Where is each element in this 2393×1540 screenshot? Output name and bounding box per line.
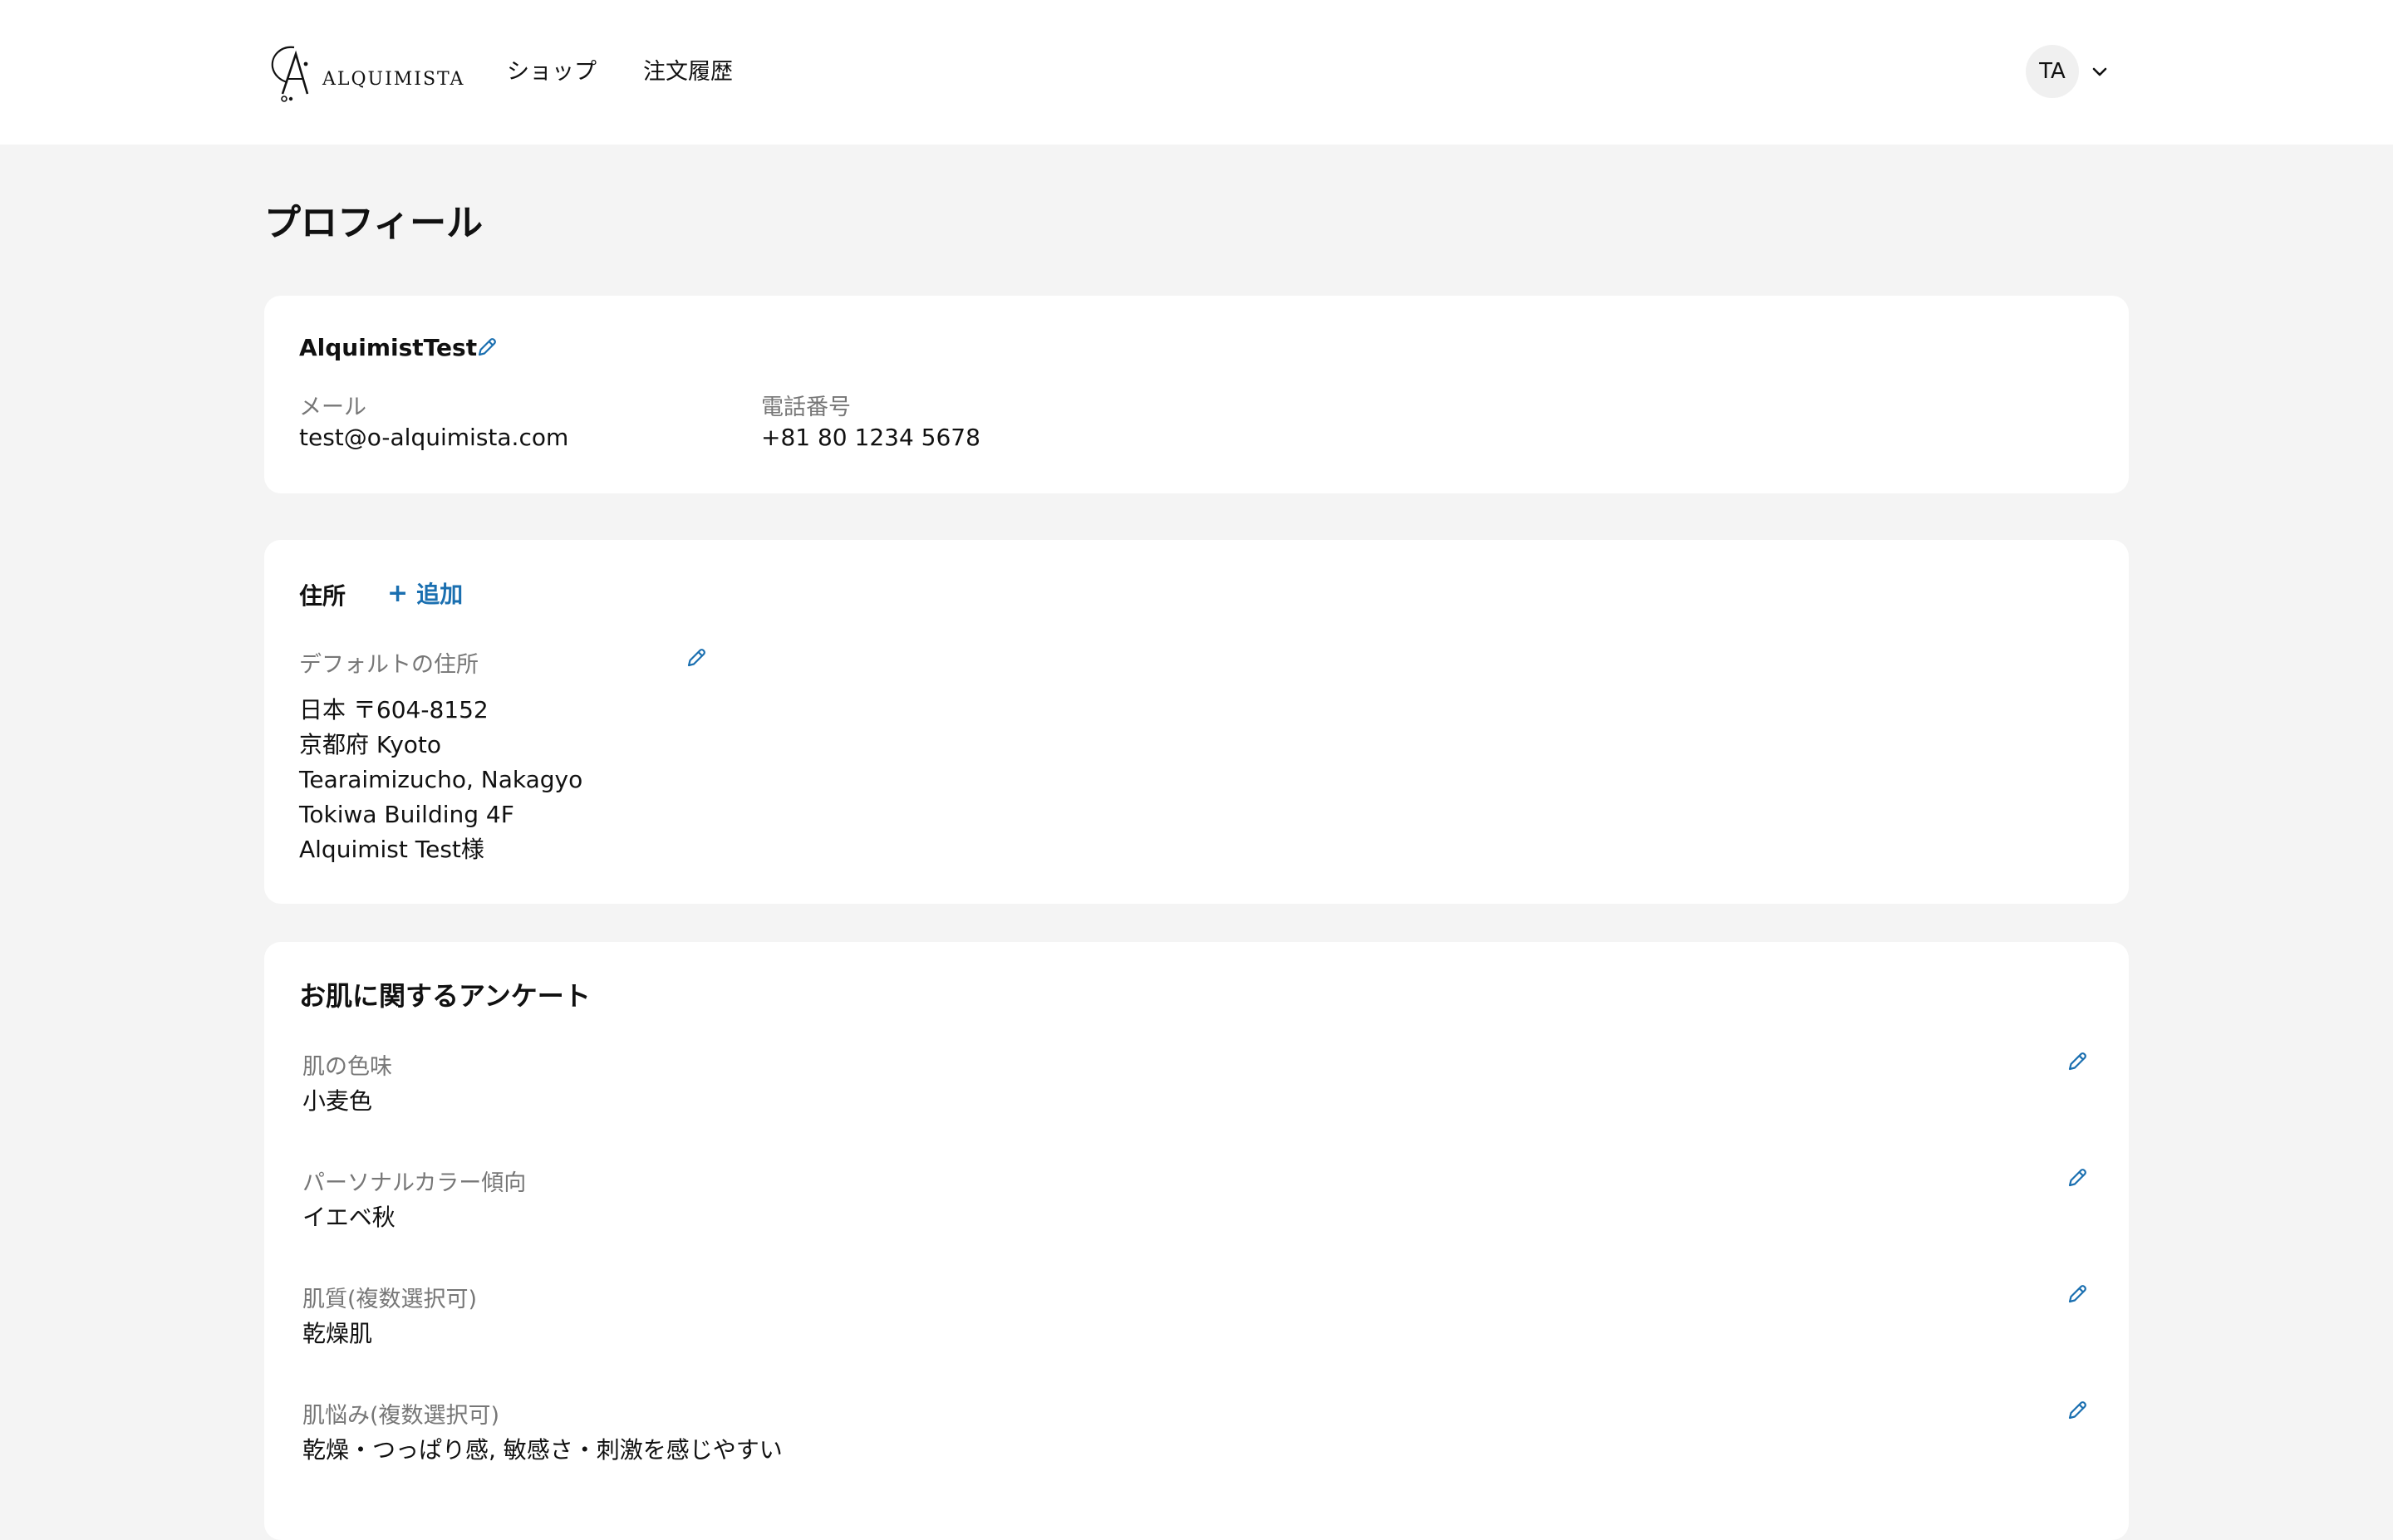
nav-item-shop[interactable]: ショップ [507, 53, 597, 86]
edit-name-button[interactable] [475, 336, 499, 359]
edit-skin-type-button[interactable] [2066, 1283, 2089, 1306]
add-address-label: 追加 [416, 581, 464, 608]
survey-item-value: イエベ秋 [302, 1204, 396, 1231]
pencil-icon [687, 649, 705, 667]
profile-name: AlquimistTest [299, 334, 478, 361]
survey-item-value: 乾燥肌 [302, 1320, 373, 1347]
edit-skin-tone-button[interactable] [2066, 1050, 2089, 1073]
default-address: 日本 〒604-8152 京都府 Kyoto Tearaimizucho, Na… [299, 693, 582, 867]
nav-item-order-history[interactable]: 注文履歴 [643, 53, 733, 86]
logo-text: ALQUIMISTA [322, 68, 465, 90]
phone-value: +81 80 1234 5678 [761, 424, 980, 451]
main-nav: ショップ 注文履歴 [507, 53, 733, 86]
chevron-down-icon[interactable] [2091, 62, 2109, 81]
address-line: Tearaimizucho, Nakagyo [299, 766, 583, 793]
pencil-icon [2068, 1401, 2086, 1420]
email-value: test@o-alquimista.com [299, 424, 569, 451]
address-line: 日本 〒604-8152 [299, 696, 489, 723]
add-address-button[interactable]: + 追加 [387, 576, 463, 610]
top-header: ALQUIMISTA ショップ 注文履歴 TA [0, 0, 2393, 145]
default-address-label: デフォルトの住所 [299, 652, 479, 678]
pencil-icon [478, 338, 496, 356]
skin-survey-card: お肌に関するアンケート 肌の色味 小麦色 パーソナルカラー傾向 イエベ秋 肌質(… [264, 942, 2129, 1540]
edit-skin-concerns-button[interactable] [2066, 1399, 2089, 1422]
pencil-icon [2068, 1052, 2086, 1071]
avatar[interactable]: TA [2026, 45, 2079, 98]
survey-heading: お肌に関するアンケート [299, 980, 591, 1012]
pencil-icon [2068, 1285, 2086, 1303]
survey-item-label: 肌の色味 [302, 1054, 392, 1080]
brand-logo[interactable]: ALQUIMISTA [266, 42, 464, 105]
address-heading: 住所 [299, 582, 346, 610]
alquimista-logo-icon [271, 46, 309, 102]
survey-item-label: 肌質(複数選択可) [302, 1287, 478, 1312]
phone-label: 電話番号 [761, 395, 851, 420]
pencil-icon [2068, 1169, 2086, 1187]
address-card: 住所 + 追加 デフォルトの住所 日本 〒604-8152 京都府 Kyoto … [264, 540, 2129, 904]
user-menu[interactable]: TA [2026, 45, 2109, 98]
profile-card: AlquimistTest メール test@o-alquimista.com … [264, 296, 2129, 493]
page-title: プロフィール [264, 202, 484, 244]
edit-personal-color-button[interactable] [2066, 1166, 2089, 1189]
avatar-initials: TA [2039, 59, 2066, 84]
address-line: Tokiwa Building 4F [299, 801, 514, 828]
survey-item-value: 小麦色 [302, 1087, 373, 1115]
edit-address-button[interactable] [685, 646, 708, 669]
address-line: Alquimist Test様 [299, 836, 484, 863]
survey-item-label: 肌悩み(複数選択可) [302, 1403, 500, 1429]
survey-item-value: 乾燥・つっぱり感, 敏感さ・刺激を感じやすい [302, 1436, 783, 1464]
address-line: 京都府 Kyoto [299, 731, 442, 758]
survey-item-label: パーソナルカラー傾向 [302, 1170, 527, 1196]
email-label: メール [299, 395, 366, 420]
plus-icon: + [387, 578, 409, 608]
